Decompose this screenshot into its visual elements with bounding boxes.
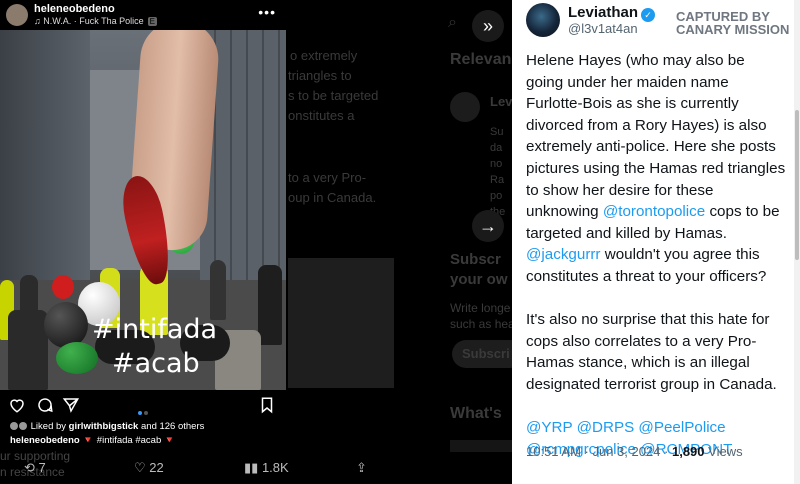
avatar[interactable] (526, 3, 560, 37)
bg-line: onstitutes a (288, 108, 355, 123)
person (258, 265, 282, 345)
mention-link[interactable]: @jackgurrr (526, 246, 601, 263)
tweet-author[interactable]: Leviathan ✓ (568, 4, 656, 22)
bg-line: da (490, 142, 503, 154)
mention-links[interactable]: @YRP @DRPS @PeelPolice (526, 417, 786, 439)
bg-line: s to be targeted (288, 88, 379, 103)
bg-relevant-heading: Relevan (450, 51, 512, 68)
red-balloon (52, 275, 74, 299)
retweet-button[interactable]: ⟲ 7 (24, 460, 46, 476)
carousel-indicator (137, 402, 149, 420)
bg-subscribe-heading: your ow (450, 271, 508, 288)
heart-icon: ♡ (134, 460, 146, 475)
comment-icon[interactable] (36, 396, 54, 414)
tweet-views-count: 1,890 (671, 444, 705, 459)
author-handle[interactable]: @l3v1at4an (568, 21, 638, 36)
scrollbar-thumb[interactable] (795, 110, 799, 260)
bar-chart-icon: ▮▮ (244, 460, 259, 475)
bg-line: oup in Canada. (288, 190, 377, 205)
explicit-badge: E (147, 17, 157, 26)
black-balloon (44, 302, 88, 348)
bg-line: to a very Pro- (288, 170, 367, 185)
tweet-card: Leviathan ✓ @l3v1at4an CAPTURED BY CANARY… (512, 0, 800, 484)
tweet-views-label: Views (704, 444, 743, 459)
views-count: 1.8K (261, 460, 289, 475)
bg-avatar (450, 92, 480, 122)
double-chevron-right-icon[interactable]: » (472, 10, 504, 42)
liked-by-user[interactable]: girlwithbigstick (69, 421, 139, 432)
song-label[interactable]: ♫ N.W.A. · Fuck Tha Police E (34, 16, 157, 26)
bg-line: no (490, 158, 503, 170)
author-name: Leviathan (568, 4, 639, 21)
bg-subscribe-body: such as hea (450, 317, 515, 331)
person (8, 310, 48, 390)
song-title: N.W.A. · Fuck Tha Police (43, 16, 144, 26)
post-username[interactable]: heleneobedeno (34, 3, 115, 15)
post-actions (0, 392, 286, 418)
views-button[interactable]: ▮▮ 1.8K (244, 460, 289, 476)
person (210, 260, 226, 320)
avatar[interactable] (6, 4, 28, 26)
instagram-post: heleneobedeno ♫ N.W.A. · Fuck Tha Police… (0, 0, 286, 452)
bg-line: triangles to (288, 68, 352, 83)
post-header: heleneobedeno ♫ N.W.A. · Fuck Tha Police… (0, 0, 286, 30)
bg-line: o extremely (290, 48, 358, 63)
like-button[interactable]: ♡ 22 (134, 460, 164, 476)
retweet-count: 7 (38, 460, 46, 475)
tweet-paragraph: It's also no surprise that this hate for… (526, 311, 777, 393)
stamp-line: CANARY MISSION (676, 22, 790, 37)
like-count: 22 (149, 460, 164, 475)
bg-subscribe-heading: Subscr (450, 251, 501, 268)
liker-avatar (19, 422, 27, 431)
heart-icon[interactable] (8, 396, 26, 414)
tweet-text: Helene Hayes (who may also be going unde… (526, 50, 786, 460)
green-balloon (56, 342, 98, 374)
bg-line: Su (490, 126, 504, 138)
bg-line: po (490, 190, 503, 202)
music-note-icon: ♫ (34, 16, 41, 26)
scrollbar[interactable] (794, 0, 800, 484)
more-options-icon[interactable]: ••• (258, 4, 276, 20)
share-icon[interactable]: ⇪ (356, 460, 367, 476)
bg-image (288, 258, 394, 388)
bookmark-icon[interactable] (258, 396, 276, 414)
tweet-text-segment: Helene Hayes (who may also be going unde… (526, 52, 786, 221)
share-icon[interactable] (62, 396, 80, 414)
liked-by-count[interactable]: and 126 others (138, 421, 204, 432)
hashtag-overlay: #intifada (92, 314, 218, 345)
tweet-timestamp[interactable]: 10:51 AM · Jun 3, 2024 · (526, 444, 672, 459)
post-image[interactable]: #intifada #acab (0, 30, 286, 390)
likes-line: Liked by girlwithbigstick and 126 others (10, 421, 204, 432)
background-action-bar: ur supporting n resistance ⟲ 7 ♡ 22 ▮▮ 1… (0, 449, 512, 484)
caption-text: 🔻 #intifada #acab 🔻 (79, 435, 176, 446)
search-icon[interactable]: ⌕ (448, 14, 457, 32)
arrow-right-icon[interactable]: → (472, 210, 504, 242)
hashtag-overlay: #acab (112, 348, 200, 379)
building (0, 30, 90, 290)
caption-username[interactable]: heleneobedeno (10, 435, 80, 446)
tweet-meta: 10:51 AM · Jun 3, 2024 · 1,890 Views (526, 444, 743, 459)
capture-stamp: CAPTURED BY CANARY MISSION (676, 10, 789, 36)
verified-badge-icon: ✓ (641, 8, 656, 22)
retweet-icon: ⟲ (24, 460, 35, 475)
mention-link[interactable]: @torontopolice (603, 203, 705, 220)
bg-whats-heading: What's (450, 405, 502, 422)
post-caption: heleneobedeno 🔻 #intifada #acab 🔻 (10, 435, 176, 446)
liked-by-prefix: Liked by (30, 421, 69, 432)
bg-line: Ra (490, 174, 505, 186)
liker-avatar (10, 422, 18, 431)
